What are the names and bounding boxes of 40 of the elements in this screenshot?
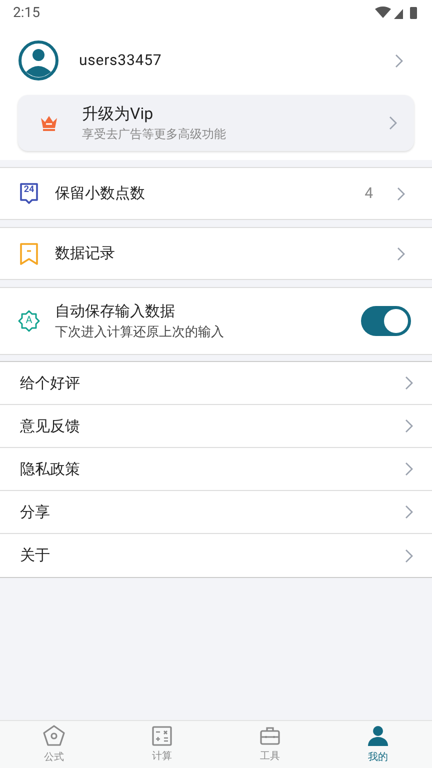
- avatar-icon: [18, 40, 59, 81]
- menu-item[interactable]: 分享: [0, 491, 432, 534]
- pentagon-icon: [42, 724, 66, 748]
- setting-subtitle: 下次进入计算还原上次的输入: [55, 324, 225, 342]
- nav-tab[interactable]: 我的: [324, 721, 432, 768]
- settings-row[interactable]: 数据记录: [0, 227, 432, 280]
- calendar-icon: 24: [18, 182, 40, 206]
- toggle-switch[interactable]: [361, 306, 411, 336]
- menu-item[interactable]: 意见反馈: [0, 405, 432, 448]
- chevron-right-icon: [388, 115, 398, 131]
- chevron-right-icon: [396, 246, 406, 262]
- status-icons: [375, 6, 419, 20]
- menu-item[interactable]: 给个好评: [0, 362, 432, 405]
- badge-icon: A: [18, 310, 40, 332]
- username: users33457: [79, 50, 163, 72]
- calculator-icon: [151, 725, 173, 747]
- status-time: 2:15: [13, 4, 40, 22]
- toolbox-icon: [259, 725, 281, 747]
- vip-card[interactable]: 升级为Vip 享受去广告等更多高级功能: [18, 95, 414, 151]
- chevron-right-icon: [404, 548, 414, 564]
- crown-icon: [40, 114, 58, 132]
- bookmark-icon: [18, 242, 40, 266]
- chevron-right-icon: [404, 461, 414, 477]
- settings-row[interactable]: 24 保留小数点数 4: [0, 167, 432, 220]
- menu-item[interactable]: 隐私政策: [0, 448, 432, 491]
- chevron-right-icon: [394, 52, 404, 68]
- setting-label: 保留小数点数: [55, 183, 146, 204]
- person-icon: [366, 724, 390, 748]
- setting-value: 4: [364, 183, 373, 204]
- chevron-right-icon: [404, 418, 414, 434]
- setting-label: 数据记录: [55, 243, 116, 264]
- vip-subtitle: 享受去广告等更多高级功能: [82, 126, 226, 143]
- vip-title: 升级为Vip: [82, 103, 154, 125]
- chevron-right-icon: [404, 375, 414, 391]
- chevron-right-icon: [404, 504, 414, 520]
- settings-row[interactable]: A 自动保存输入数据 下次进入计算还原上次的输入: [0, 287, 432, 355]
- setting-label: 自动保存输入数据: [55, 301, 176, 322]
- profile-row[interactable]: users33457: [18, 40, 414, 81]
- chevron-right-icon: [396, 186, 406, 202]
- menu-item[interactable]: 关于: [0, 534, 432, 577]
